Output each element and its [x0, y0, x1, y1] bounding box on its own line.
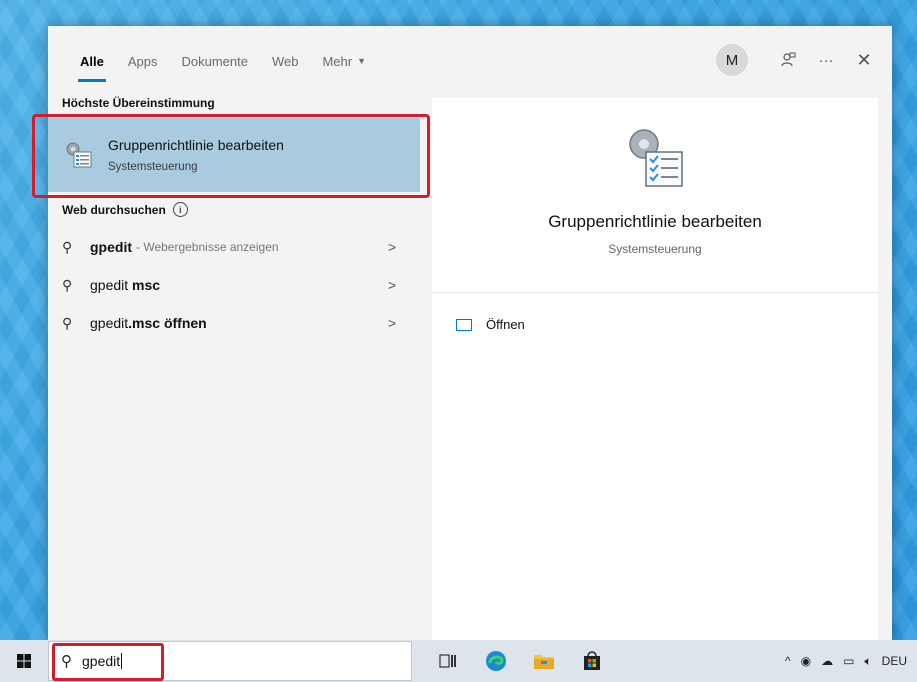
language-indicator[interactable]: DEU	[882, 654, 907, 668]
web-result-item[interactable]: ⚲ gpedit - Webergebnisse anzeigen >	[48, 228, 420, 266]
microsoft-store-icon[interactable]	[568, 640, 616, 682]
web-search-list: ⚲ gpedit - Webergebnisse anzeigen > ⚲ gp…	[48, 228, 420, 342]
taskbar-apps	[424, 640, 616, 682]
caret-down-icon: ▼	[357, 56, 367, 66]
top-actions: M ··· ✕	[716, 44, 880, 76]
open-icon	[456, 318, 472, 331]
group-policy-icon	[64, 140, 94, 170]
text-cursor	[121, 653, 123, 669]
network-icon[interactable]: ▭	[843, 654, 854, 668]
onedrive-cloud-icon[interactable]: ☁	[821, 654, 833, 668]
web-search-heading: Web durchsuchen i	[48, 202, 188, 217]
more-options-icon[interactable]: ···	[810, 44, 842, 76]
edge-browser-icon[interactable]	[472, 640, 520, 682]
tab-mehr[interactable]: Mehr ▼	[322, 26, 366, 96]
system-tray: ^ ◉ ☁ ▭ 🔈︎ DEU	[775, 640, 907, 682]
results-pane: Höchste Übereinstimmung Gruppenrichtlini…	[32, 96, 430, 640]
group-policy-large-icon	[624, 126, 686, 190]
chevron-right-icon: >	[387, 315, 396, 331]
search-topbar: Alle Apps Dokumente Web Mehr ▼ M ··· ✕	[48, 26, 892, 96]
tab-dokumente[interactable]: Dokumente	[181, 26, 247, 96]
volume-icon[interactable]: 🔈︎	[864, 654, 871, 669]
search-icon: ⚲	[62, 314, 73, 331]
search-icon: ⚲	[61, 653, 72, 670]
chevron-right-icon: >	[387, 239, 396, 255]
user-avatar[interactable]: M	[716, 44, 748, 76]
windows-search-panel: Alle Apps Dokumente Web Mehr ▼ M ··· ✕ Hö…	[32, 26, 892, 640]
task-view-icon[interactable]	[424, 640, 472, 682]
chevron-up-icon[interactable]: ^	[785, 654, 791, 668]
open-action[interactable]: Öffnen	[456, 317, 878, 332]
info-icon[interactable]: i	[172, 202, 188, 217]
web-result-item[interactable]: ⚲ gpedit msc >	[48, 266, 420, 304]
search-icon: ⚲	[62, 276, 73, 293]
taskbar-search-input[interactable]: ⚲ gpedit	[48, 641, 412, 681]
feedback-icon[interactable]	[772, 44, 804, 76]
taskbar: ⚲ gpedit ^ ◉ ☁ ▭ 🔈︎ DEU	[0, 640, 917, 682]
best-match-heading: Höchste Übereinstimmung	[62, 96, 215, 110]
meet-now-icon[interactable]: ◉	[801, 654, 811, 668]
preview-subtitle: Systemsteuerung	[608, 242, 702, 256]
preview-title: Gruppenrichtlinie bearbeiten	[548, 212, 762, 231]
best-match-text: Gruppenrichtlinie bearbeiten Systemsteue…	[108, 137, 284, 173]
search-tabs: Alle Apps Dokumente Web Mehr ▼	[78, 26, 390, 96]
tab-apps[interactable]: Apps	[128, 26, 158, 96]
best-match-subtitle: Systemsteuerung	[108, 161, 198, 173]
best-match-item[interactable]: Gruppenrichtlinie bearbeiten Systemsteue…	[48, 118, 420, 192]
tab-web[interactable]: Web	[272, 26, 299, 96]
close-icon[interactable]: ✕	[848, 44, 880, 76]
preview-header: Gruppenrichtlinie bearbeiten Systemsteue…	[432, 98, 878, 293]
web-result-item[interactable]: ⚲ gpedit.msc öffnen >	[48, 304, 420, 342]
best-match-title: Gruppenrichtlinie bearbeiten	[108, 137, 284, 153]
windows-start-icon[interactable]	[0, 640, 48, 682]
preview-pane: Gruppenrichtlinie bearbeiten Systemsteue…	[432, 98, 878, 640]
search-icon: ⚲	[62, 238, 73, 255]
tab-alle[interactable]: Alle	[78, 26, 106, 96]
file-explorer-icon[interactable]	[520, 640, 568, 682]
chevron-right-icon: >	[387, 277, 396, 293]
